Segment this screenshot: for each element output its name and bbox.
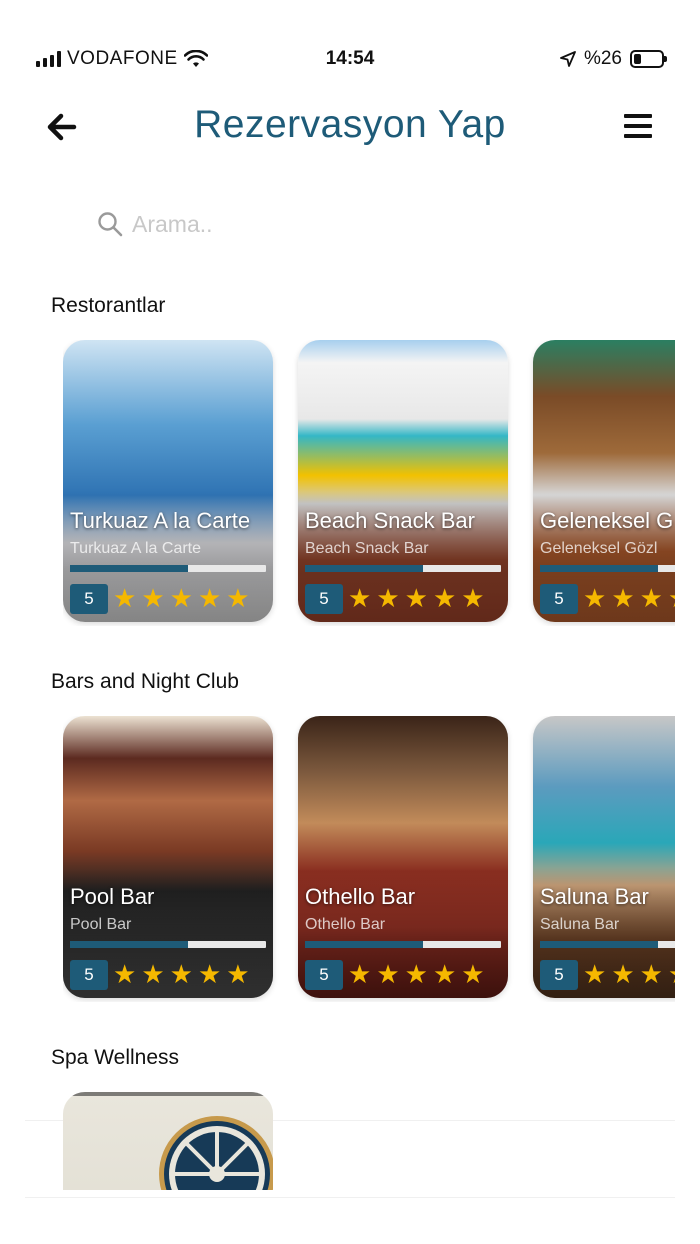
page-title: Rezervasyon Yap	[194, 103, 506, 146]
star-icon: ★	[668, 582, 675, 614]
star-icon: ★	[113, 959, 137, 989]
battery-percent: %26	[583, 48, 622, 69]
section-title-bars: Bars and Night Club	[51, 670, 239, 693]
star-icon: ★	[432, 959, 457, 989]
app-header: Rezervasyon Yap	[0, 95, 700, 159]
rating-bar-fill	[305, 941, 423, 948]
search-icon	[98, 212, 123, 237]
rating-bar-fill	[305, 565, 423, 572]
search-bar	[96, 200, 516, 248]
venue-name: Beach Snack Bar	[305, 508, 475, 533]
star-icon: ★	[113, 583, 137, 613]
score-badge: 5	[540, 960, 578, 990]
battery-icon	[630, 50, 667, 68]
star-icon: ★	[348, 583, 372, 613]
score-badge: 5	[70, 584, 108, 614]
star-icon: ★	[461, 583, 485, 613]
star-icon: ★	[226, 959, 250, 989]
section-title-restaurants: Restorantlar	[51, 294, 166, 317]
star-rating: ★★★★★	[583, 582, 675, 614]
star-icon: ★	[197, 959, 222, 989]
venue-name: Turkuaz A la Carte	[70, 508, 251, 533]
section-title-spa: Spa Wellness	[51, 1046, 180, 1069]
rating-bar	[70, 941, 266, 948]
star-rating: ★★★★★	[113, 958, 250, 990]
star-rating: ★★★★★	[348, 958, 485, 990]
rating-bar	[305, 941, 501, 948]
star-icon: ★	[668, 958, 675, 990]
star-rating: ★★★★★	[113, 582, 250, 614]
star-icon: ★	[226, 583, 250, 613]
star-icon: ★	[583, 959, 607, 989]
star-rating: ★★★★★	[348, 582, 485, 614]
search-input[interactable]	[132, 210, 492, 238]
venue-card[interactable]: Othello Bar Othello Bar 5 ★ ★ ★ ★ ★	[298, 716, 508, 998]
venue-name: Geleneksel G	[540, 508, 674, 533]
venue-subtitle: Pool Bar	[70, 916, 132, 933]
venue-subtitle: Beach Snack Bar	[305, 540, 429, 557]
score-badge: 5	[305, 584, 343, 614]
rating-bar-fill	[70, 941, 188, 948]
star-icon: ★	[611, 583, 635, 613]
star-icon: ★	[348, 959, 372, 989]
rating-bar-fill	[540, 565, 658, 572]
venue-card[interactable]: Turkuaz A la Carte Turkuaz A la Carte 5 …	[63, 340, 273, 622]
star-icon: ★	[461, 959, 485, 989]
citrus-logo-icon	[159, 1116, 273, 1190]
star-icon: ★	[376, 959, 400, 989]
menu-button[interactable]	[622, 111, 654, 141]
star-icon: ★	[432, 583, 457, 613]
score-badge: 5	[540, 584, 578, 614]
venue-card-spa[interactable]	[63, 1092, 273, 1190]
rating-bar-fill	[540, 941, 658, 948]
venue-name: Saluna Bar	[540, 884, 649, 909]
venue-subtitle: Saluna Bar	[540, 916, 620, 933]
star-icon: ★	[639, 959, 663, 989]
hamburger-menu-icon	[624, 114, 652, 138]
star-icon: ★	[169, 959, 193, 989]
location-arrow-icon	[560, 51, 576, 67]
card-row-bars[interactable]: Pool Bar Pool Bar 5 ★ ★ ★ ★ ★ Othello Bar Ot…	[63, 716, 675, 1002]
rating-bar	[305, 565, 501, 572]
venue-subtitle: Geleneksel Gözl	[540, 540, 658, 557]
star-icon: ★	[583, 583, 607, 613]
score-badge: 5	[70, 960, 108, 990]
status-bar: VODAFONE 14:54 %26	[0, 0, 700, 110]
venue-subtitle: Turkuaz A la Carte	[70, 540, 202, 557]
battery-fill	[634, 54, 641, 64]
score-badge: 5	[305, 960, 343, 990]
rating-bar	[70, 565, 266, 572]
venue-name: Pool Bar	[70, 884, 155, 909]
venue-subtitle: Othello Bar	[305, 916, 386, 933]
star-icon: ★	[611, 959, 635, 989]
star-icon: ★	[141, 583, 165, 613]
star-rating: ★★★★★	[583, 958, 675, 990]
venue-card[interactable]: Beach Snack Bar Beach Snack Bar 5 ★ ★ ★ ★ ★	[298, 340, 508, 622]
star-icon: ★	[404, 583, 428, 613]
card-row-restaurants[interactable]: Turkuaz A la Carte Turkuaz A la Carte 5 …	[63, 340, 675, 626]
star-icon: ★	[404, 959, 428, 989]
venue-card[interactable]: Geleneksel G Geleneksel Gözl 5 ★★★★★	[533, 340, 675, 622]
rating-bar	[540, 565, 675, 572]
venue-card[interactable]: Pool Bar Pool Bar 5 ★ ★ ★ ★ ★	[63, 716, 273, 998]
venue-name: Othello Bar	[305, 884, 416, 909]
star-icon: ★	[639, 583, 663, 613]
rating-bar-fill	[70, 565, 188, 572]
venue-card[interactable]: Saluna Bar Saluna Bar 5 ★★★★★	[533, 716, 675, 998]
star-icon: ★	[169, 583, 193, 613]
star-icon: ★	[197, 583, 222, 613]
star-icon: ★	[376, 583, 400, 613]
rating-bar	[540, 941, 675, 948]
star-icon: ★	[141, 959, 165, 989]
status-right: %26	[560, 48, 667, 70]
